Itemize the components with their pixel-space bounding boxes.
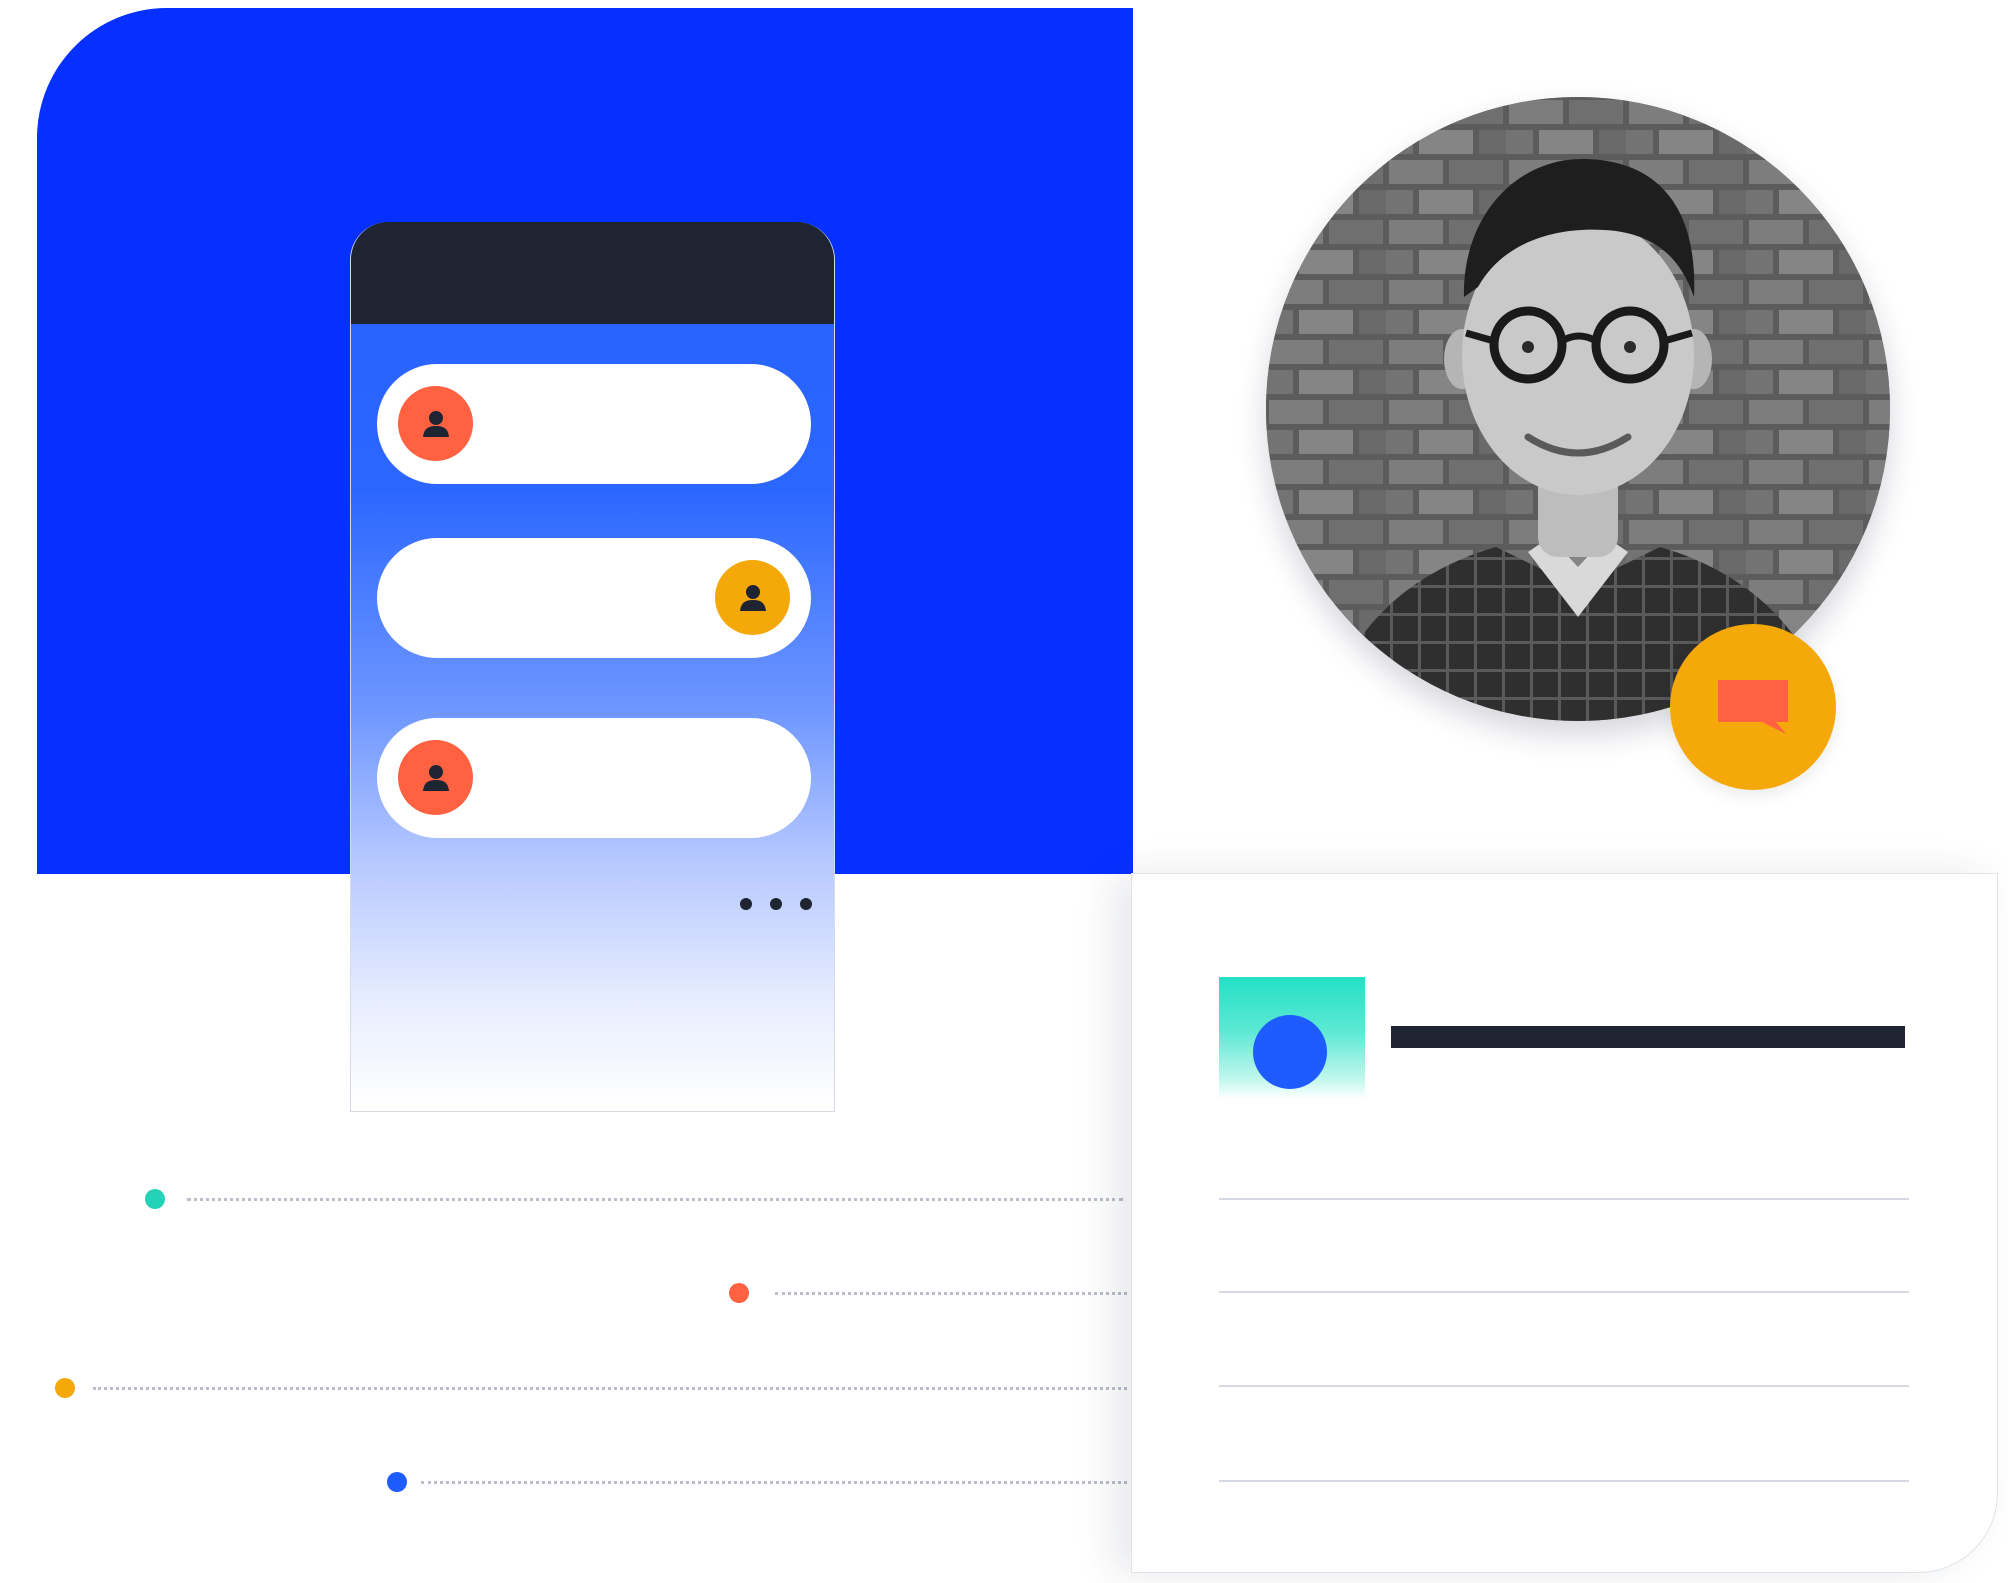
more-dots-icon[interactable] — [740, 898, 812, 910]
timeline-row — [55, 1378, 1127, 1398]
avatar — [398, 740, 473, 815]
dotted-connector — [187, 1198, 1123, 1201]
user-icon — [422, 410, 449, 437]
phone-mockup — [350, 222, 835, 1112]
thumbnail-circle — [1253, 1015, 1327, 1089]
card-title-placeholder — [1391, 1026, 1905, 1048]
timeline-row — [145, 1189, 1123, 1209]
contact-item[interactable] — [377, 538, 811, 658]
chat-bubble-icon — [1718, 680, 1788, 734]
divider — [1219, 1480, 1909, 1482]
contact-item[interactable] — [377, 718, 811, 838]
dotted-connector — [775, 1292, 1127, 1295]
status-dot — [729, 1283, 749, 1303]
phone-header-bar — [351, 222, 834, 324]
status-dot — [387, 1472, 407, 1492]
divider — [1219, 1385, 1909, 1387]
divider — [1219, 1291, 1909, 1293]
dotted-connector — [93, 1387, 1127, 1390]
status-dot — [55, 1378, 75, 1398]
status-dot — [145, 1189, 165, 1209]
user-icon — [739, 584, 766, 611]
chat-button[interactable] — [1670, 624, 1836, 790]
portrait-photo — [1266, 97, 1890, 721]
content-card[interactable] — [1131, 873, 1998, 1573]
thumbnail-image — [1219, 977, 1365, 1099]
timeline-row — [387, 1472, 1127, 1492]
divider — [1219, 1198, 1909, 1200]
dotted-connector — [421, 1481, 1127, 1484]
avatar — [715, 560, 790, 635]
timeline-row — [729, 1283, 1127, 1303]
avatar — [398, 386, 473, 461]
contact-item[interactable] — [377, 364, 811, 484]
user-icon — [422, 764, 449, 791]
